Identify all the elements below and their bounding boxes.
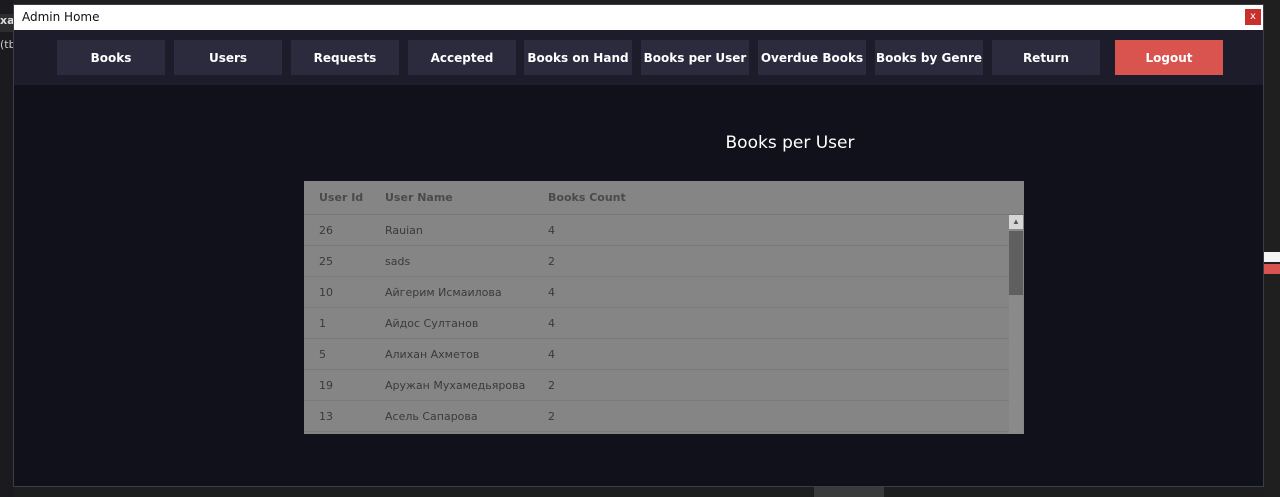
cell-user-id: 1	[319, 317, 326, 330]
background-badge	[1264, 264, 1280, 274]
scroll-up-arrow-icon[interactable]: ▲	[1009, 215, 1023, 229]
table-row[interactable]: 13 Асель Сапарова 2	[304, 401, 1009, 432]
nav-return-button[interactable]: Return	[992, 40, 1100, 75]
cell-user-id: 13	[319, 410, 333, 423]
nav-books-by-genre-button[interactable]: Books by Genre	[875, 40, 983, 75]
cell-books-count: 2	[548, 410, 555, 423]
nav-requests-button[interactable]: Requests	[291, 40, 399, 75]
cell-user-name: Аружан Мухамедьярова	[385, 379, 526, 392]
cell-user-id: 26	[319, 224, 333, 237]
table-scrollbar[interactable]: ▲	[1009, 215, 1023, 434]
background-ide-edge	[0, 0, 14, 497]
cell-user-id: 25	[319, 255, 333, 268]
cell-user-name: Rauian	[385, 224, 423, 237]
nav-users-button[interactable]: Users	[174, 40, 282, 75]
background-ide-right	[1264, 0, 1280, 497]
cell-books-count: 4	[548, 286, 555, 299]
cell-books-count: 2	[548, 379, 555, 392]
nav-accepted-button[interactable]: Accepted	[408, 40, 516, 75]
cell-user-id: 5	[319, 348, 326, 361]
cell-user-name: Айгерим Исмаилова	[385, 286, 502, 299]
cell-user-id: 19	[319, 379, 333, 392]
background-scroll	[814, 487, 884, 497]
logout-button[interactable]: Logout	[1115, 40, 1223, 75]
table-row[interactable]: 25 sads 2	[304, 246, 1009, 277]
cell-user-id: 10	[319, 286, 333, 299]
cell-user-name: Айдос Султанов	[385, 317, 479, 330]
window-title: Admin Home	[22, 10, 100, 24]
nav-books-button[interactable]: Books	[57, 40, 165, 75]
cell-books-count: 4	[548, 348, 555, 361]
background-panel	[1264, 252, 1280, 262]
nav-bar: Books Users Requests Accepted Books on H…	[14, 30, 1263, 85]
cell-user-name: Асель Сапарова	[385, 410, 478, 423]
books-per-user-table: User Id User Name Books Count 26 Rauian …	[304, 181, 1024, 434]
cell-user-name: sads	[385, 255, 411, 268]
table-row[interactable]: 26 Rauian 4	[304, 215, 1009, 246]
cell-books-count: 4	[548, 317, 555, 330]
nav-books-per-user-button[interactable]: Books per User	[641, 40, 749, 75]
background-ide-tab: xam	[0, 14, 14, 32]
cell-books-count: 2	[548, 255, 555, 268]
column-header-books-count[interactable]: Books Count	[548, 191, 626, 204]
table-row[interactable]: 10 Айгерим Исмаилова 4	[304, 277, 1009, 308]
page-title: Books per User	[725, 133, 855, 153]
nav-overdue-books-button[interactable]: Overdue Books	[758, 40, 866, 75]
background-ide-code: (tb	[0, 38, 14, 51]
cell-user-name: Алихан Ахметов	[385, 348, 480, 361]
title-bar[interactable]: Admin Home x	[14, 5, 1263, 30]
table-row[interactable]: 5 Алихан Ахметов 4	[304, 339, 1009, 370]
nav-books-on-hand-button[interactable]: Books on Hand	[524, 40, 632, 75]
background-ide-bottom	[14, 487, 1264, 497]
table-row[interactable]: 19 Аружан Мухамедьярова 2	[304, 370, 1009, 401]
column-header-user-name[interactable]: User Name	[385, 191, 453, 204]
table-row[interactable]: 1 Айдос Султанов 4	[304, 308, 1009, 339]
close-icon[interactable]: x	[1245, 9, 1261, 25]
cell-books-count: 4	[548, 224, 555, 237]
table-header: User Id User Name Books Count	[304, 181, 1024, 215]
column-header-user-id[interactable]: User Id	[319, 191, 363, 204]
scroll-thumb[interactable]	[1009, 231, 1023, 295]
